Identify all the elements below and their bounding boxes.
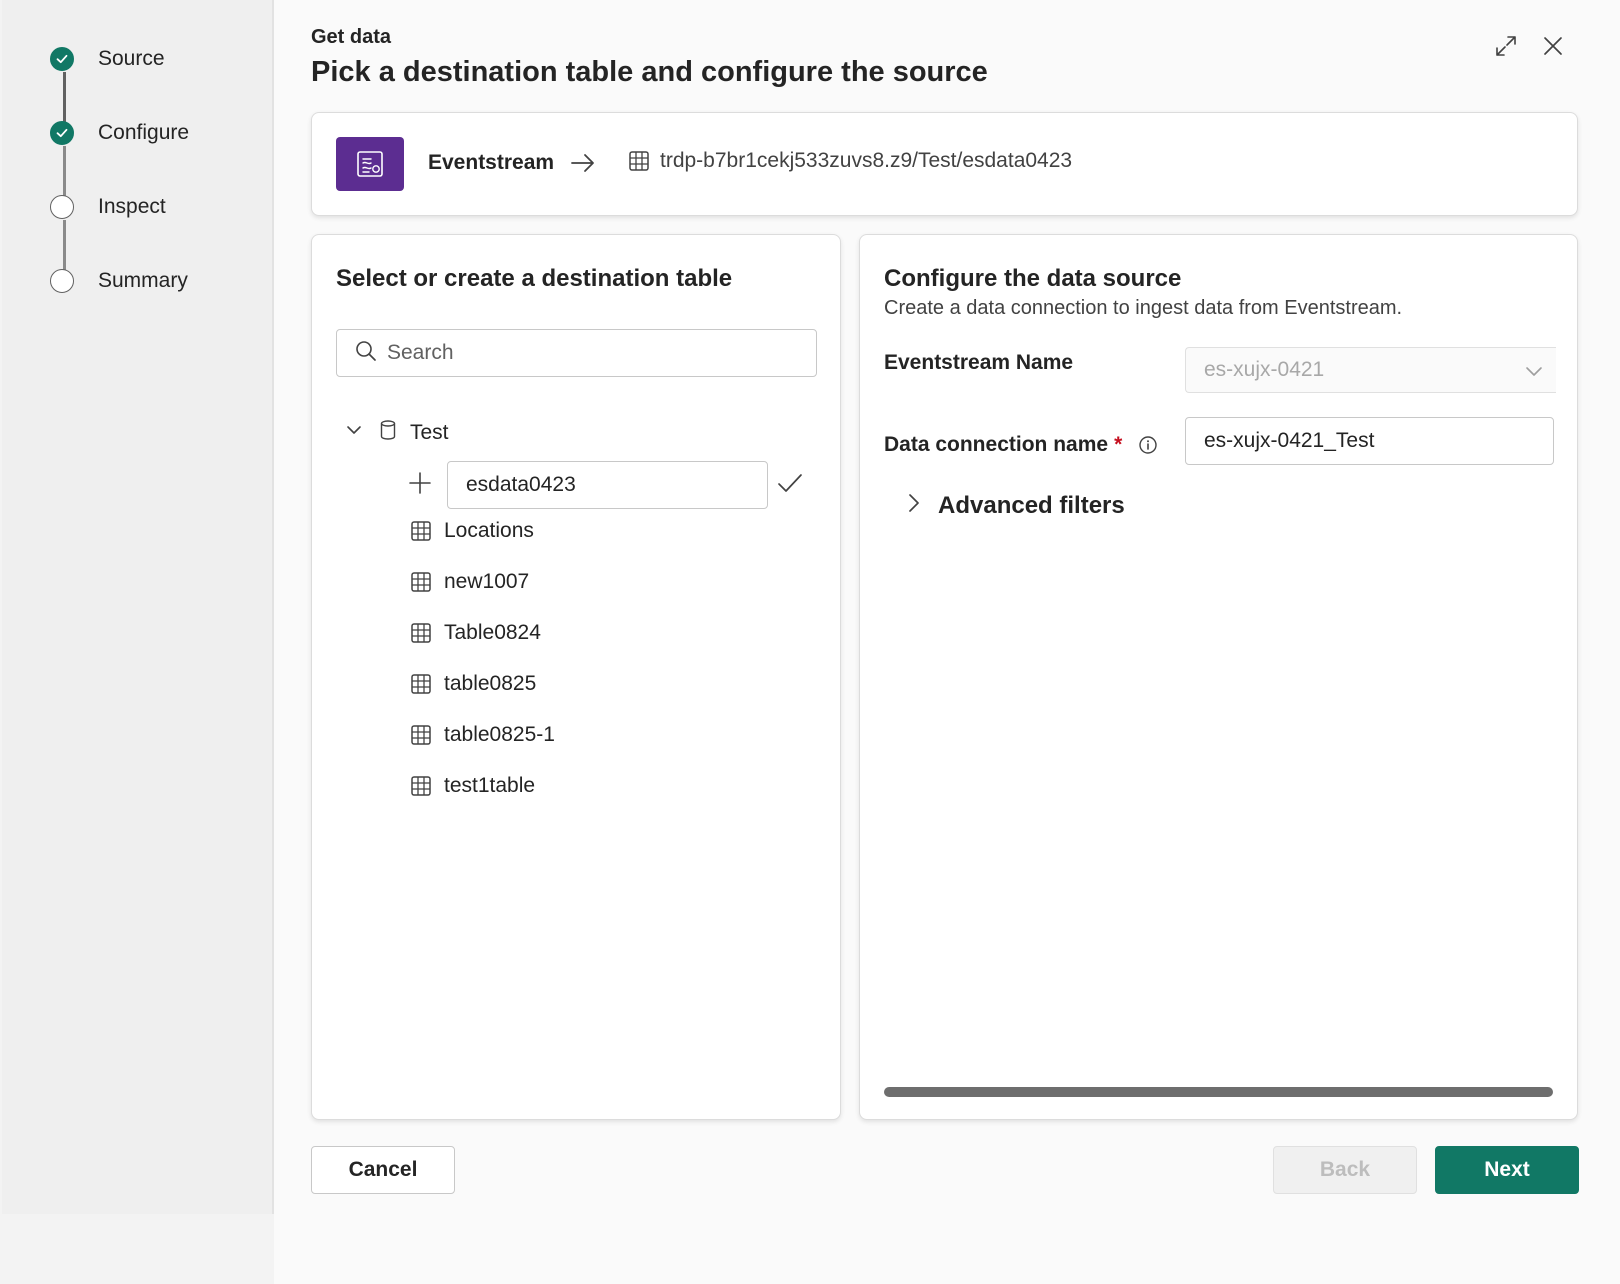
- step-circle: [50, 195, 74, 219]
- chevron-right-icon: [904, 491, 924, 520]
- advanced-filters-label: Advanced filters: [938, 491, 1125, 519]
- step-circle: [50, 269, 74, 293]
- table-name: table0825: [444, 672, 537, 695]
- search-icon: [355, 340, 377, 367]
- table-item[interactable]: table0825: [410, 672, 536, 696]
- eventstream-icon: [336, 137, 404, 191]
- step-configure: Configure: [50, 118, 189, 148]
- table-item[interactable]: Locations: [410, 519, 534, 543]
- checkmark-icon[interactable]: [777, 471, 803, 495]
- table-icon: [410, 673, 432, 695]
- step-label: Inspect: [98, 195, 166, 218]
- plus-icon: [408, 471, 432, 495]
- info-icon[interactable]: [1138, 435, 1158, 455]
- step-connector: [63, 220, 66, 270]
- table-item[interactable]: Table0824: [410, 621, 541, 645]
- destination-table-panel: Select or create a destination table Sea…: [311, 234, 841, 1120]
- expand-icon[interactable]: [1489, 29, 1523, 63]
- table-icon: [410, 520, 432, 542]
- eventstream-name-dropdown: es-xujx-0421: [1185, 347, 1556, 393]
- source-name: Eventstream: [428, 151, 555, 174]
- table-name: table0825-1: [444, 723, 555, 746]
- dialog-eyebrow: Get data: [311, 26, 392, 48]
- step-label: Summary: [98, 269, 188, 292]
- destination-path: trdp-b7br1cekj533zuvs8.z9/Test/esdata042…: [628, 149, 1072, 173]
- table-item[interactable]: new1007: [410, 570, 529, 594]
- cancel-button[interactable]: Cancel: [311, 1146, 455, 1194]
- step-summary: Summary: [50, 266, 188, 296]
- back-button[interactable]: Back: [1273, 1146, 1417, 1194]
- search-placeholder: Search: [387, 341, 454, 364]
- close-icon[interactable]: [1536, 29, 1570, 63]
- page-title: Pick a destination table and configure t…: [311, 56, 988, 88]
- connection-name-input[interactable]: es-xujx-0421_Test: [1185, 417, 1554, 465]
- eventstream-name-label: Eventstream Name: [884, 351, 1074, 374]
- configure-panel-subtitle: Create a data connection to ingest data …: [884, 297, 1403, 319]
- table-name: Locations: [444, 519, 534, 542]
- step-label: Configure: [98, 121, 190, 144]
- advanced-filters-toggle[interactable]: Advanced filters: [904, 491, 1125, 520]
- database-name: Test: [410, 421, 449, 444]
- table-icon: [410, 571, 432, 593]
- destination-path-text: trdp-b7br1cekj533zuvs8.z9/Test/esdata042…: [660, 149, 1073, 172]
- eventstream-name-value: es-xujx-0421: [1204, 358, 1325, 381]
- check-icon: [50, 121, 74, 145]
- check-icon: [50, 47, 74, 71]
- table-name: Table0824: [444, 621, 541, 644]
- wizard-sidebar: Source Configure Inspect Summary: [2, 0, 274, 1214]
- configure-panel-title: Configure the data source: [884, 265, 1182, 292]
- tree-database-test[interactable]: Test: [344, 419, 449, 447]
- chevron-down-icon[interactable]: [344, 420, 364, 446]
- search-input[interactable]: Search: [336, 329, 817, 377]
- dialog: Source Configure Inspect Summary Get dat…: [0, 0, 1620, 1284]
- step-inspect: Inspect: [50, 192, 166, 222]
- table-item[interactable]: test1table: [410, 774, 535, 798]
- connection-name-label-text: Data connection name: [884, 433, 1109, 456]
- table-name: test1table: [444, 774, 536, 797]
- table-icon: [628, 150, 650, 172]
- table-icon: [410, 622, 432, 644]
- connection-name-label: Data connection name *: [884, 433, 1158, 457]
- new-table-name-input[interactable]: esdata0423: [447, 461, 768, 509]
- destination-panel-title: Select or create a destination table: [336, 265, 733, 292]
- table-icon: [410, 724, 432, 746]
- step-connector: [63, 146, 66, 196]
- table-item[interactable]: table0825-1: [410, 723, 555, 747]
- step-connector: [63, 72, 66, 122]
- step-source: Source: [50, 44, 165, 74]
- source-destination-bar: Eventstream trdp-b7br1cekj533zuvs8.z9/Te…: [311, 112, 1578, 216]
- configure-source-panel: Configure the data source Create a data …: [859, 234, 1578, 1120]
- database-icon: [378, 419, 398, 447]
- table-icon: [410, 775, 432, 797]
- required-marker: *: [1114, 433, 1123, 456]
- table-name: new1007: [444, 570, 530, 593]
- chevron-down-icon: [1524, 361, 1544, 387]
- step-label: Source: [98, 47, 165, 70]
- horizontal-scrollbar[interactable]: [884, 1087, 1553, 1097]
- arrow-right-icon: [569, 149, 597, 182]
- next-button[interactable]: Next: [1435, 1146, 1579, 1194]
